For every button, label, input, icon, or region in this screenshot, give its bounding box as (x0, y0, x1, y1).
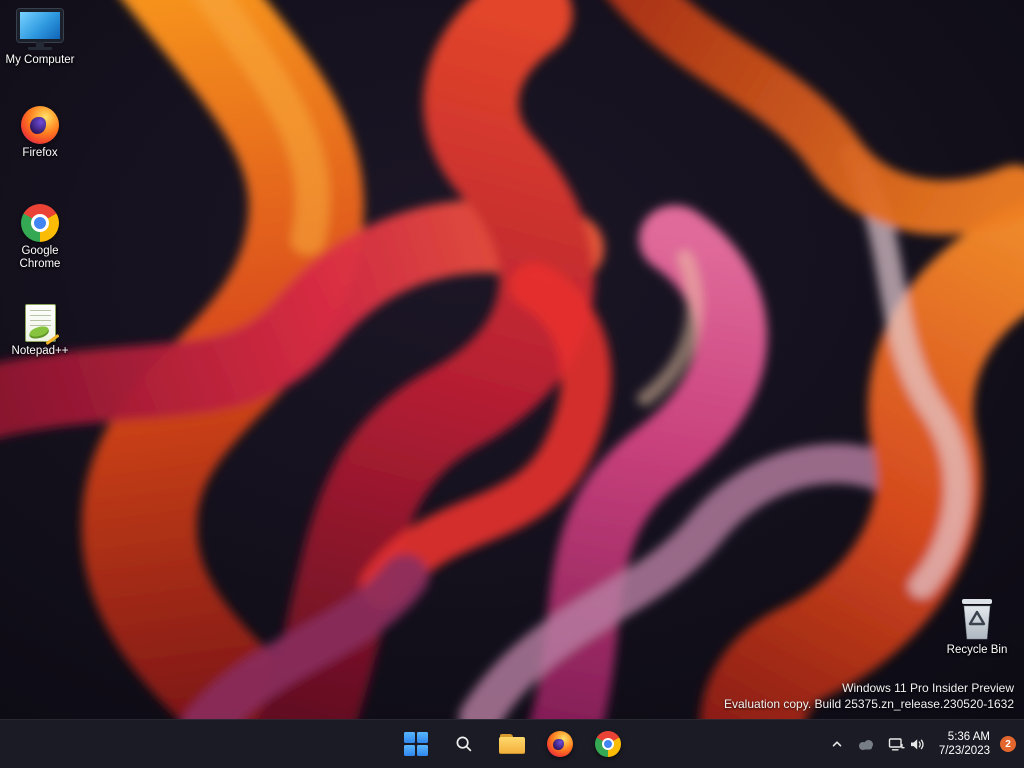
firefox-icon (21, 106, 59, 144)
file-explorer-button[interactable] (492, 724, 532, 764)
folder-icon (499, 733, 525, 755)
desktop-icon-firefox[interactable]: Firefox (1, 106, 79, 160)
chrome-icon (595, 731, 621, 757)
desktop-icon-my-computer[interactable]: My Computer (1, 8, 79, 67)
windows-11-desktop: { "desktop": { "icons": [ { "id": "my-co… (0, 0, 1024, 768)
icon-label-firefox: Firefox (22, 147, 58, 159)
start-button[interactable] (396, 724, 436, 764)
desktop-icon-recycle-bin[interactable]: Recycle Bin (938, 597, 1016, 657)
icon-label-google-chrome: Google Chrome (19, 245, 61, 270)
notepad-plus-plus-icon (24, 304, 60, 346)
watermark-line1: Windows 11 Pro Insider Preview (842, 681, 1014, 695)
chevron-up-icon (832, 741, 842, 747)
onedrive-cloud-icon (858, 740, 873, 750)
desktop-icon-google-chrome[interactable]: Google Chrome (1, 204, 79, 271)
volume-icon (910, 738, 924, 749)
my-computer-icon (17, 8, 63, 51)
chrome-icon (21, 204, 59, 242)
wallpaper-art (0, 0, 1024, 720)
desktop-icon-notepad-plus-plus[interactable]: Notepad++ (1, 304, 79, 358)
taskbar: 5:36 AM 7/23/2023 2 (0, 719, 1024, 768)
desktop-area[interactable]: My Computer Firefox Google Chrome Notepa… (0, 0, 1024, 720)
hidden-icons-button[interactable] (825, 724, 849, 764)
taskbar-center-group (396, 720, 628, 768)
recycle-bin-icon (959, 597, 995, 641)
onedrive-tray-button[interactable] (851, 724, 881, 764)
taskbar-firefox-button[interactable] (540, 724, 580, 764)
windows-logo-icon (404, 732, 428, 756)
system-tray: 5:36 AM 7/23/2023 2 (825, 720, 1020, 768)
icon-label-notepad-plus-plus: Notepad++ (11, 345, 69, 357)
search-icon (456, 736, 472, 752)
clock-time: 5:36 AM (947, 731, 990, 743)
clock-date: 7/23/2023 (938, 745, 990, 757)
notification-badge[interactable]: 2 (1000, 736, 1016, 752)
search-button[interactable] (444, 724, 484, 764)
icon-label-my-computer: My Computer (5, 54, 75, 66)
icon-label-recycle-bin: Recycle Bin (946, 644, 1008, 656)
taskbar-chrome-button[interactable] (588, 724, 628, 764)
network-icon (888, 737, 905, 751)
watermark-line2: Evaluation copy. Build 25375.zn_release.… (724, 697, 1014, 711)
evaluation-watermark: Windows 11 Pro Insider Preview Evaluatio… (724, 680, 1014, 712)
taskbar-clock[interactable]: 5:36 AM 7/23/2023 (933, 730, 996, 758)
network-volume-button[interactable] (883, 724, 931, 764)
firefox-icon (547, 731, 573, 757)
